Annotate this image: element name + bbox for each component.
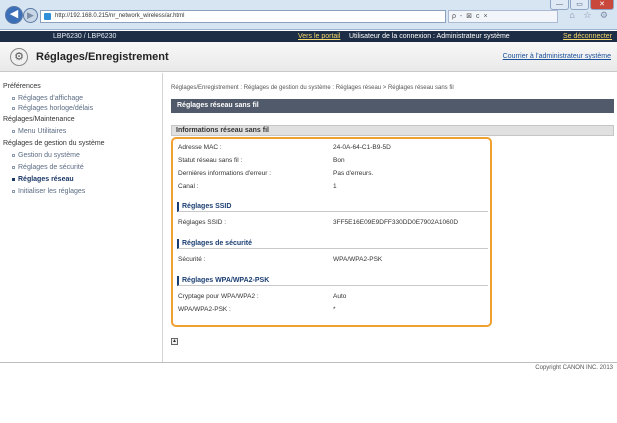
row-label: Cryptage pour WPA/WPA2 : <box>178 293 259 300</box>
sidebar-category-preferences: Préférences <box>3 83 41 90</box>
sidebar-item-label: Réglages de sécurité <box>18 164 84 171</box>
row-label: Dernières informations d'erreur : <box>178 170 271 177</box>
printer-model: LBP6230 / LBP6230 <box>53 33 117 40</box>
sidebar-item-clock-settings[interactable]: Réglages horloge/délais <box>12 104 93 113</box>
row-value: 3FF5E16E09E9DFF330DD0E7902A1060D <box>333 219 459 226</box>
sidebar-item-label: Réglages d'affichage <box>18 95 84 102</box>
sidebar-item-label: Gestion du système <box>18 152 80 159</box>
favicon-icon <box>44 13 51 20</box>
row-value: * <box>333 306 336 313</box>
sidebar-item-security-settings[interactable]: Réglages de sécurité <box>12 163 84 172</box>
row-label: Statut réseau sans fil : <box>178 157 243 164</box>
row-value: Auto <box>333 293 347 300</box>
mail-admin-link[interactable]: Courrier à l'administrateur système <box>503 53 611 60</box>
portal-link[interactable]: Vers le portail <box>298 31 340 42</box>
bullet-icon <box>12 189 15 193</box>
row-value: Pas d'erreurs. <box>333 170 374 177</box>
info-row-encryption: Cryptage pour WPA/WPA2 : Auto <box>178 292 488 301</box>
minimize-icon[interactable]: — <box>550 0 569 10</box>
info-row-channel: Canal : 1 <box>178 182 488 191</box>
sidebar-item-system-management[interactable]: Gestion du système <box>12 151 80 160</box>
maximize-icon[interactable]: ▭ <box>570 0 589 10</box>
user-info: Utilisateur de la connexion : Administra… <box>349 33 510 40</box>
ssid-heading: Réglages SSID <box>177 202 488 212</box>
security-heading: Réglages de sécurité <box>177 239 488 249</box>
logout-link[interactable]: Se déconnecter <box>563 31 612 42</box>
info-row-ssid: Réglages SSID : 3FF5E16E09E9DFF330DD0E79… <box>178 218 488 227</box>
wpa-heading: Réglages WPA/WPA2-PSK <box>177 276 488 286</box>
toolbar-icons[interactable]: ⌂ ☆ ⚙ <box>569 10 611 21</box>
back-arrow-icon[interactable]: ◀ <box>5 6 23 24</box>
page-heading: Réglages réseau sans fil <box>171 99 614 113</box>
window-controls: — ▭ ✕ <box>549 0 614 10</box>
title-bar: ⚙ Réglages/Enregistrement Courrier à l'a… <box>0 42 617 72</box>
gear-icon: ⚙ <box>10 48 28 66</box>
section-heading: Informations réseau sans fil <box>171 125 614 136</box>
row-value: WPA/WPA2-PSK <box>333 256 383 263</box>
address-actions[interactable]: ρ - ⊠ c × <box>448 10 558 23</box>
row-label: Adresse MAC : <box>178 144 222 151</box>
close-icon[interactable]: ✕ <box>590 0 614 10</box>
copyright: Copyright CANON INC. 2013 <box>535 365 613 371</box>
footer-divider <box>0 362 617 363</box>
sidebar-item-label: Initialiser les réglages <box>18 188 86 195</box>
main-content: Réglages/Enregistrement : Réglages de ge… <box>164 73 617 363</box>
row-label: Réglages SSID : <box>178 219 227 226</box>
breadcrumb: Réglages/Enregistrement : Réglages de ge… <box>171 85 454 91</box>
info-row-mac: Adresse MAC : 24-0A-64-C1-B9-5D <box>178 143 488 152</box>
row-label: Sécurité : <box>178 256 206 263</box>
bullet-icon <box>12 129 15 133</box>
forward-arrow-icon[interactable]: ▶ <box>23 8 38 23</box>
info-row-status: Statut réseau sans fil : Bon <box>178 156 488 165</box>
bullet-icon <box>12 165 15 169</box>
sidebar-item-label: Réglages réseau <box>18 176 74 183</box>
sidebar-item-label: Réglages horloge/délais <box>18 105 94 112</box>
sidebar-item-utilities-menu[interactable]: Menu Utilitaires <box>12 127 66 136</box>
bullet-icon <box>12 153 15 157</box>
wireless-info-panel: Adresse MAC : 24-0A-64-C1-B9-5D Statut r… <box>171 137 492 327</box>
bullet-icon <box>12 96 15 100</box>
address-bar[interactable]: http://192.168.0.215/nr_network_wireless… <box>40 10 446 23</box>
info-row-psk: WPA/WPA2-PSK : * <box>178 305 488 314</box>
bullet-icon <box>12 106 15 110</box>
sidebar-item-reset-settings[interactable]: Initialiser les réglages <box>12 187 85 196</box>
info-row-security: Sécurité : WPA/WPA2-PSK <box>178 255 488 264</box>
row-label: Canal : <box>178 183 199 190</box>
row-value: 1 <box>333 183 337 190</box>
row-label: WPA/WPA2-PSK : <box>178 306 231 313</box>
sidebar: Préférences Réglages d'affichage Réglage… <box>0 73 163 363</box>
app-header: LBP6230 / LBP6230 Vers le portail Utilis… <box>0 31 617 42</box>
url-text: http://192.168.0.215/nr_network_wireless… <box>55 13 185 19</box>
page-title: Réglages/Enregistrement <box>36 51 169 63</box>
row-value: Bon <box>333 157 345 164</box>
sidebar-category-maintenance: Réglages/Maintenance <box>3 116 75 123</box>
sidebar-item-label: Menu Utilitaires <box>18 128 67 135</box>
back-to-top-icon[interactable]: ▲ <box>171 338 178 345</box>
row-value: 24-0A-64-C1-B9-5D <box>333 144 391 151</box>
browser-chrome: — ▭ ✕ ◀ ▶ http://192.168.0.215/nr_networ… <box>0 0 617 30</box>
sidebar-category-system-management: Réglages de gestion du système <box>3 140 105 147</box>
info-row-last-error: Dernières informations d'erreur : Pas d'… <box>178 169 488 178</box>
sidebar-item-network-settings[interactable]: Réglages réseau <box>12 175 74 184</box>
sidebar-item-display-settings[interactable]: Réglages d'affichage <box>12 94 83 103</box>
bullet-icon <box>12 177 15 181</box>
